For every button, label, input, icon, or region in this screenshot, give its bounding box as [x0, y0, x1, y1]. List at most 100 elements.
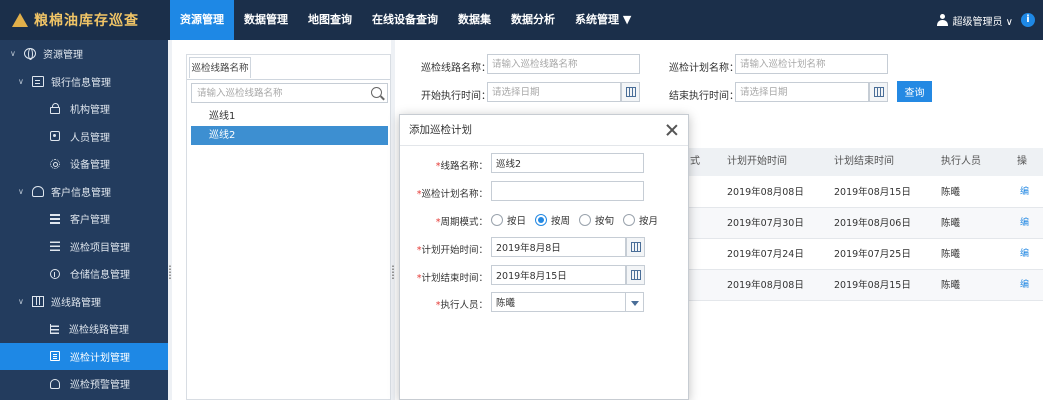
gear-icon [50, 158, 60, 169]
table-cell-end: 2019年08月15日 [834, 280, 911, 291]
table-cell-person: 陈曦 [941, 187, 961, 198]
plan-end-calendar-button[interactable] [626, 265, 645, 285]
sidebar-item-bank[interactable]: ∨ 银行信息管理 [0, 68, 168, 96]
sidebar: ∨ 资源管理 ∨ 银行信息管理 机构管理 人员管理 设备管理 ∨ 客户信息管理 … [0, 40, 168, 400]
table-cell-end: 2019年08月06日 [834, 218, 911, 229]
top-bar: 粮棉油库存巡查 资源管理 数据管理 地图查询 在线设备查询 数据集 数据分析 系… [0, 0, 1043, 40]
sidebar-item-inspection-item[interactable]: 巡检项目管理 [0, 233, 168, 261]
nav-item-dataset[interactable]: 数据集 [448, 0, 501, 40]
radio-label: 按周 [551, 216, 571, 227]
chevron-down-icon: ∨ [10, 49, 16, 59]
sidebar-item-alert[interactable]: 巡检预警管理 [0, 370, 168, 398]
edit-link[interactable]: 编 [1020, 177, 1029, 208]
executor-label: *执行人员： [436, 297, 488, 311]
route-name-label-text: 线路名称： [440, 161, 488, 172]
plan-start-calendar-button[interactable] [626, 237, 645, 257]
route-tree-panel: 巡检线路名称 巡线1 巡线2 [186, 54, 391, 400]
radio-unchecked-icon [623, 214, 636, 226]
cycle-mode-label: *周期模式： [436, 214, 488, 228]
chevron-down-icon[interactable] [625, 292, 644, 312]
radio-label: 按日 [507, 216, 527, 227]
sidebar-item-label: 客户信息管理 [51, 187, 111, 199]
nav-item-data[interactable]: 数据管理 [234, 0, 298, 40]
table-header-end: 计划结束时间 [834, 156, 894, 167]
sidebar-item-device[interactable]: 设备管理 [0, 150, 168, 178]
edit-link[interactable]: 编 [1020, 239, 1029, 270]
nav-item-online-device[interactable]: 在线设备查询 [362, 0, 448, 40]
plan-end-input[interactable] [491, 265, 626, 285]
table-header-op: 操 [1017, 156, 1027, 167]
sidebar-item-org[interactable]: 机构管理 [0, 95, 168, 123]
search-icon[interactable] [371, 87, 382, 98]
table-cell-person: 陈曦 [941, 218, 961, 229]
close-icon[interactable] [666, 124, 678, 136]
edit-link[interactable]: 编 [1020, 270, 1029, 301]
sidebar-item-staff[interactable]: 人员管理 [0, 123, 168, 151]
tree-item-route-2[interactable]: 巡线2 [191, 126, 388, 145]
list-icon [50, 323, 59, 334]
executor-label-text: 执行人员： [440, 300, 488, 311]
radio-ten-day[interactable]: 按旬 [579, 213, 614, 227]
sidebar-item-customer[interactable]: 客户管理 [0, 205, 168, 233]
sidebar-splitter[interactable] [168, 40, 172, 400]
filter-start-time-input[interactable] [487, 82, 621, 102]
filter-plan-name-label: 巡检计划名称： [669, 63, 739, 74]
chevron-down-icon: ∨ [18, 76, 24, 86]
tab-route-name[interactable]: 巡检线路名称 [189, 57, 251, 78]
sidebar-item-label: 机构管理 [70, 105, 110, 117]
sidebar-item-label: 资源管理 [43, 50, 83, 62]
radio-monthly[interactable]: 按月 [623, 213, 658, 227]
sidebar-item-label: 巡线路管理 [51, 297, 101, 309]
edit-link[interactable]: 编 [1020, 208, 1029, 239]
filter-end-calendar-button[interactable] [869, 82, 888, 102]
filter-end-time-input[interactable] [735, 82, 869, 102]
sidebar-item-route[interactable]: 巡检线路管理 [0, 315, 168, 343]
lines-icon [50, 241, 60, 252]
sidebar-item-label: 巡检计划管理 [70, 352, 130, 364]
document-icon [50, 351, 60, 362]
plan-name-input[interactable] [491, 181, 644, 201]
executor-select[interactable] [491, 292, 626, 312]
add-plan-dialog: 添加巡检计划 *线路名称： *巡检计划名称： *周期模式： 按日 按周 按旬 按… [399, 114, 689, 400]
radio-daily[interactable]: 按日 [491, 213, 526, 227]
radio-label: 按旬 [595, 216, 615, 227]
sidebar-item-customer-info[interactable]: ∨ 客户信息管理 [0, 178, 168, 206]
globe-icon [24, 48, 36, 61]
tree-search-input[interactable] [192, 84, 362, 102]
calendar-icon [626, 87, 636, 97]
plan-start-input[interactable] [491, 237, 626, 257]
filter-route-name-input[interactable] [487, 54, 640, 74]
table-header-cycle: 式 [690, 156, 700, 167]
table-cell-start: 2019年07月24日 [727, 249, 804, 260]
chevron-down-icon: ∨ [18, 186, 24, 196]
user-menu[interactable]: 超级管理员 ∨ i [936, 0, 1035, 40]
drag-handle-icon [392, 265, 394, 279]
app-logo[interactable]: 粮棉油库存巡查 [0, 0, 170, 40]
nav-item-system[interactable]: 系统管理 ▼ [565, 0, 641, 40]
sidebar-item-warehouse[interactable]: 仓储信息管理 [0, 260, 168, 288]
sidebar-item-route-group[interactable]: ∨ 巡线路管理 [0, 288, 168, 316]
alarm-icon [50, 378, 60, 389]
sidebar-item-plan[interactable]: 巡检计划管理 [0, 342, 168, 370]
plan-end-label-text: 计划结束时间： [421, 273, 488, 284]
filter-start-calendar-button[interactable] [621, 82, 640, 102]
nav-item-resource[interactable]: 资源管理 [170, 0, 234, 40]
sidebar-item-label: 设备管理 [70, 160, 110, 172]
nav-item-analysis[interactable]: 数据分析 [501, 0, 565, 40]
tree-item-route-1[interactable]: 巡线1 [191, 107, 388, 126]
map-icon [32, 295, 44, 307]
tab-divider [187, 79, 390, 80]
nav-item-map[interactable]: 地图查询 [298, 0, 362, 40]
person-icon [50, 131, 60, 142]
query-button[interactable]: 查询 [897, 81, 932, 102]
card-icon [32, 75, 44, 87]
sidebar-item-resource[interactable]: ∨ 资源管理 [0, 40, 168, 68]
route-name-input[interactable] [491, 153, 644, 173]
drag-handle-icon [169, 265, 171, 279]
radio-weekly[interactable]: 按周 [535, 213, 570, 227]
info-icon[interactable]: i [1021, 13, 1035, 27]
filter-plan-name-input[interactable] [735, 54, 888, 74]
tree-splitter[interactable] [391, 40, 395, 400]
table-cell-end: 2019年08月15日 [834, 187, 911, 198]
plan-end-label: *计划结束时间： [417, 270, 488, 284]
